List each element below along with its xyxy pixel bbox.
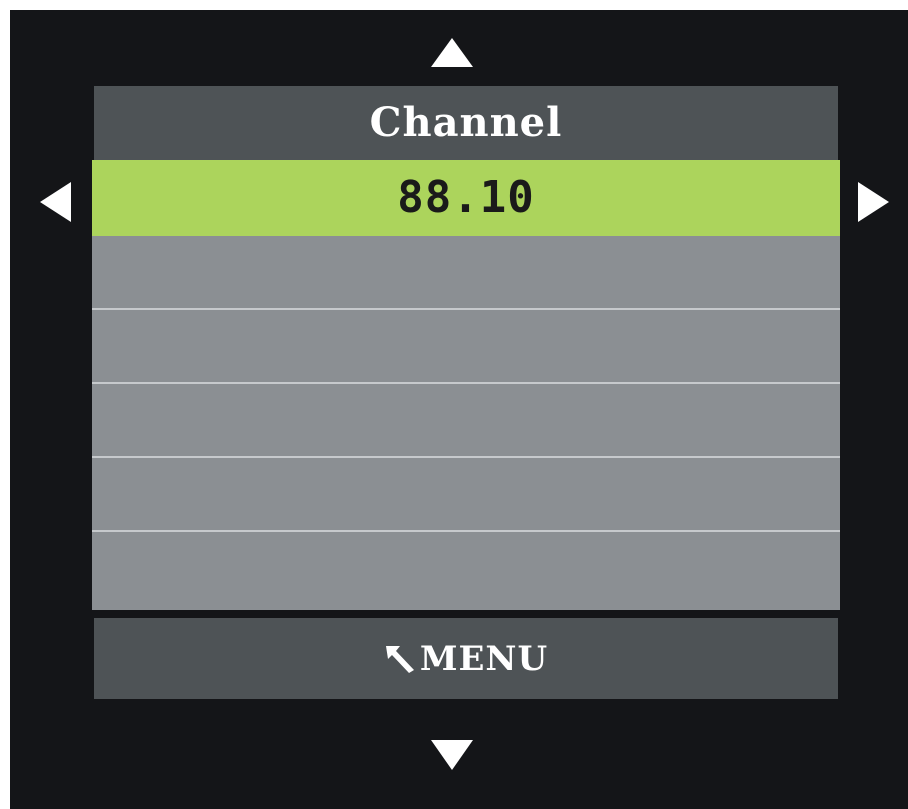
arrow-right-icon[interactable]	[858, 182, 889, 222]
arrow-down-icon[interactable]	[431, 740, 473, 770]
list-item[interactable]	[92, 384, 840, 458]
arrow-up-icon[interactable]	[431, 38, 473, 67]
list-item-selected[interactable]: 88.10	[92, 160, 840, 236]
menu-panel: Channel 88.10 MENU	[92, 86, 840, 699]
list-item[interactable]	[92, 236, 840, 310]
channel-list: 88.10	[92, 160, 840, 610]
device-screen: Channel 88.10 MENU	[10, 10, 908, 809]
menu-button[interactable]: MENU	[94, 618, 838, 699]
list-item[interactable]	[92, 458, 840, 532]
list-item[interactable]	[92, 310, 840, 384]
menu-label: MENU	[419, 638, 549, 679]
page-title: Channel	[94, 86, 838, 160]
list-item[interactable]	[92, 532, 840, 610]
arrow-left-icon[interactable]	[40, 182, 71, 222]
return-arrow-icon	[384, 644, 418, 674]
